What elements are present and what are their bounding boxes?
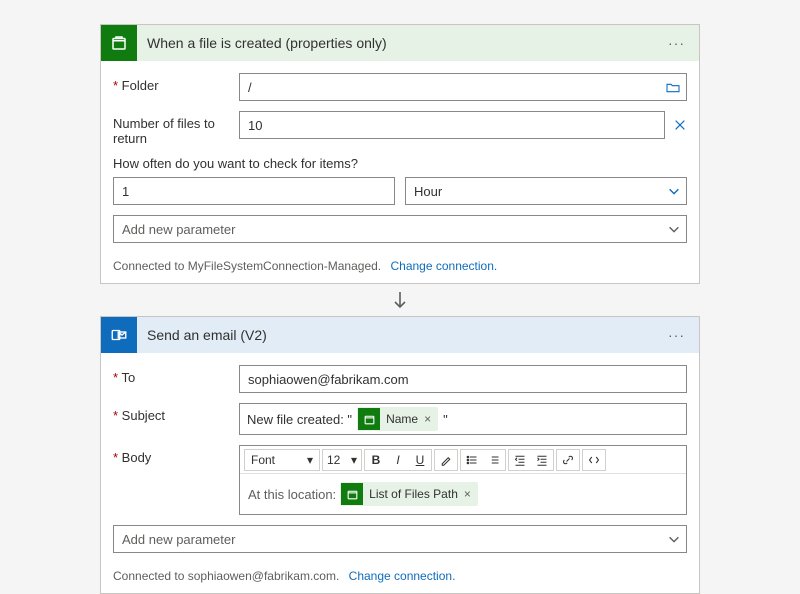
- bold-button[interactable]: B: [365, 449, 387, 471]
- bullet-list-button[interactable]: [461, 449, 483, 471]
- flow-arrow-icon: [390, 290, 410, 312]
- folder-picker-icon[interactable]: [665, 80, 681, 94]
- numfiles-label: Number of files to return: [113, 111, 239, 146]
- filesystem-icon: [101, 25, 137, 61]
- subject-suffix: ": [442, 410, 449, 429]
- folder-label: Folder: [113, 73, 239, 93]
- body-editor: Font▾ 12▾ B I U: [239, 445, 687, 515]
- action-title: Send an email (V2): [137, 327, 662, 343]
- token-filepath-label: List of Files Path: [369, 487, 458, 501]
- underline-button[interactable]: U: [409, 449, 431, 471]
- code-view-button[interactable]: [583, 449, 605, 471]
- indent-button[interactable]: [531, 449, 553, 471]
- numfiles-input[interactable]: [239, 111, 665, 139]
- color-button[interactable]: [435, 449, 457, 471]
- chevron-down-icon: [667, 222, 681, 236]
- add-parameter-label: Add new parameter: [122, 222, 235, 237]
- rte-toolbar: Font▾ 12▾ B I U: [240, 446, 686, 474]
- number-list-button[interactable]: [483, 449, 505, 471]
- change-connection-link[interactable]: Change connection.: [349, 569, 456, 583]
- action-header[interactable]: Send an email (V2) ···: [101, 317, 699, 353]
- remove-token-icon[interactable]: ×: [424, 412, 431, 426]
- action-connection-text: Connected to sophiaowen@fabrikam.com.: [113, 569, 339, 583]
- filesystem-icon: [341, 483, 363, 505]
- italic-button[interactable]: I: [387, 449, 409, 471]
- unit-value: Hour: [414, 184, 442, 199]
- to-label: To: [113, 365, 239, 385]
- body-content[interactable]: At this location: List of Files Path ×: [240, 474, 686, 514]
- chevron-down-icon: [667, 184, 681, 198]
- body-label: Body: [113, 445, 239, 465]
- remove-token-icon[interactable]: ×: [464, 487, 471, 501]
- trigger-title: When a file is created (properties only): [137, 35, 662, 51]
- link-button[interactable]: [557, 449, 579, 471]
- unit-select[interactable]: Hour: [405, 177, 687, 205]
- body-prefix: At this location:: [248, 487, 336, 502]
- subject-input[interactable]: New file created: " Name × ": [239, 403, 687, 435]
- trigger-footer: Connected to MyFileSystemConnection-Mana…: [101, 251, 699, 283]
- chevron-down-icon: [667, 532, 681, 546]
- outdent-button[interactable]: [509, 449, 531, 471]
- trigger-more-button[interactable]: ···: [662, 31, 691, 55]
- trigger-card: When a file is created (properties only)…: [100, 24, 700, 284]
- subject-label: Subject: [113, 403, 239, 423]
- change-connection-link[interactable]: Change connection.: [390, 259, 497, 273]
- interval-input[interactable]: [113, 177, 395, 205]
- outlook-icon: [101, 317, 137, 353]
- subject-prefix: New file created: ": [246, 410, 353, 429]
- font-size-select[interactable]: 12▾: [323, 449, 361, 471]
- trigger-header[interactable]: When a file is created (properties only)…: [101, 25, 699, 61]
- add-parameter-select[interactable]: Add new parameter: [113, 525, 687, 553]
- token-name-label: Name: [386, 412, 418, 426]
- add-parameter-label: Add new parameter: [122, 532, 235, 547]
- action-card: Send an email (V2) ··· To Subject New fi…: [100, 316, 700, 594]
- folder-input[interactable]: [239, 73, 687, 101]
- clear-numfiles-icon[interactable]: [673, 118, 687, 132]
- filesystem-icon: [358, 408, 380, 430]
- token-filepath[interactable]: List of Files Path ×: [340, 482, 478, 506]
- to-input[interactable]: [239, 365, 687, 393]
- font-select[interactable]: Font▾: [245, 449, 319, 471]
- trigger-connection-text: Connected to MyFileSystemConnection-Mana…: [113, 259, 381, 273]
- token-name[interactable]: Name ×: [357, 407, 438, 431]
- add-parameter-select[interactable]: Add new parameter: [113, 215, 687, 243]
- frequency-prompt: How often do you want to check for items…: [113, 156, 687, 171]
- action-footer: Connected to sophiaowen@fabrikam.com. Ch…: [101, 561, 699, 593]
- action-more-button[interactable]: ···: [662, 323, 691, 347]
